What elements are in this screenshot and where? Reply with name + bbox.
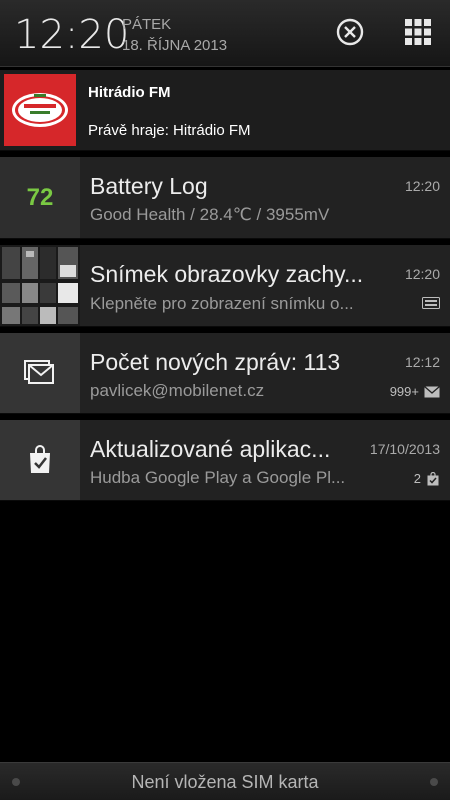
notification-title: Snímek obrazovky zachy... — [90, 261, 364, 287]
day-label: PÁTEK — [122, 16, 172, 33]
radio-notification[interactable]: Hitrádio FM Právě hraje: Hitrádio FM — [0, 70, 450, 151]
screenshot-thumbnail — [0, 245, 80, 326]
notification-title: Aktualizované aplikac... — [90, 436, 331, 462]
left-handle-dot — [12, 778, 20, 786]
notification-time: 12:20 — [404, 266, 440, 282]
unread-count: 999+ — [389, 384, 419, 399]
clock: 12:20 — [14, 12, 130, 58]
sim-status: Není vložena SIM karta — [131, 771, 319, 792]
updates-count: 2 — [413, 471, 421, 486]
notification-time: 12:20 — [404, 178, 440, 194]
notification-time: 12:12 — [404, 354, 440, 370]
now-playing: Právě hraje: Hitrádio FM — [88, 122, 251, 139]
shopping-bag-icon — [0, 420, 80, 500]
station-name: Hitrádio FM — [88, 84, 171, 101]
mail-count: 999+ — [390, 384, 440, 399]
date-label: 18. ŘÍJNA 2013 — [122, 37, 228, 54]
gmail-notification[interactable]: Počet nových zpráv: 113 pavlicek@mobilen… — [0, 333, 450, 414]
keyboard-icon — [422, 297, 440, 309]
quick-settings-button[interactable] — [400, 14, 436, 50]
hitradio-logo — [4, 74, 76, 146]
right-handle-dot — [430, 778, 438, 786]
grid-icon — [405, 19, 431, 45]
screenshot-notification[interactable]: Snímek obrazovky zachy... Klepněte pro z… — [0, 245, 450, 327]
sim-status-bar[interactable]: Není vložena SIM karta — [0, 762, 450, 800]
notification-subtitle: Klepněte pro zobrazení snímku o... — [90, 294, 354, 313]
gmail-icon — [0, 333, 80, 413]
battery-level: 72 — [26, 183, 54, 211]
notification-title: Battery Log — [90, 173, 208, 199]
notification-subtitle: pavlicek@mobilenet.cz — [90, 381, 265, 400]
play-store-notification[interactable]: Aktualizované aplikac... Hudba Google Pl… — [0, 420, 450, 501]
notification-subtitle: Good Health / 28.4℃ / 3955mV — [90, 205, 330, 224]
clear-icon — [336, 18, 364, 46]
date-block: PÁTEK 18. ŘÍJNA 2013 — [122, 14, 227, 56]
notification-title: Počet nových zpráv: 113 — [90, 349, 341, 375]
shade-header: 12:20 PÁTEK 18. ŘÍJNA 2013 — [0, 0, 450, 67]
battery-level-icon: 72 — [0, 157, 80, 238]
update-count: 2 — [414, 471, 440, 486]
envelope-icon — [424, 385, 440, 397]
notification-time: 17/10/2013 — [369, 441, 440, 457]
notification-subtitle: Hudba Google Play a Google Pl... — [90, 468, 346, 487]
clear-all-button[interactable] — [332, 14, 368, 50]
battery-notification[interactable]: 72 Battery Log Good Health / 28.4℃ / 395… — [0, 157, 450, 239]
notification-shade: 12:20 PÁTEK 18. ŘÍJNA 2013 Hitrádio FM P… — [0, 0, 450, 800]
small-bag-icon — [427, 471, 439, 485]
